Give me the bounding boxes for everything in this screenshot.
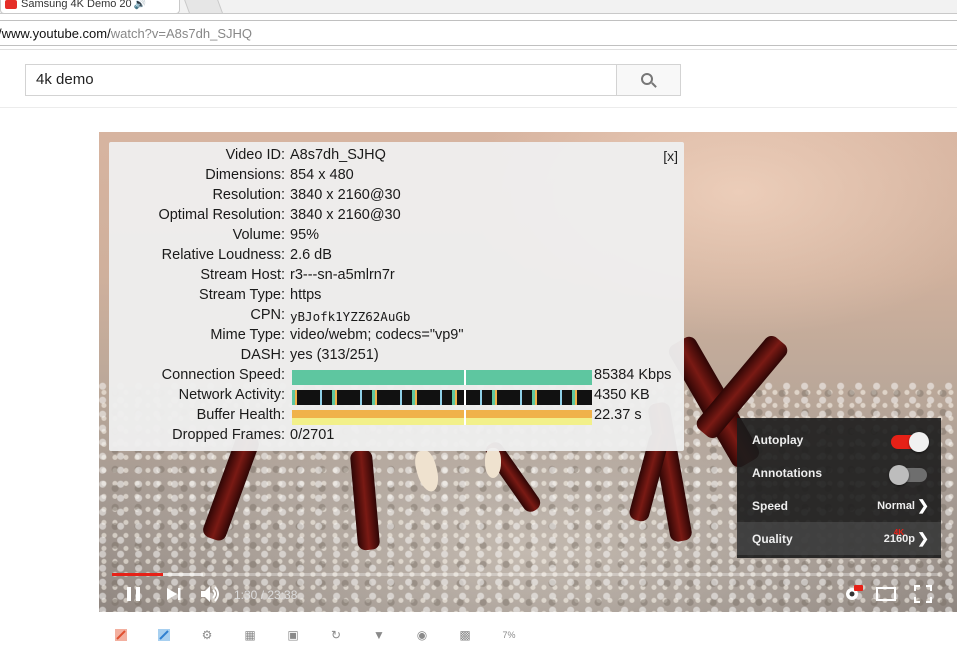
filter-icon[interactable]: ▼ [372, 628, 386, 642]
stats-row-dimensions: Dimensions: 854 x 480 [205, 167, 354, 183]
stats-row-stream-type: Stream Type: https [199, 287, 322, 303]
graph-divider [464, 410, 466, 425]
menu-item-annotations[interactable]: Annotations [737, 456, 941, 489]
stats-row-connection-speed: Connection Speed: 85384 Kbps [161, 367, 672, 385]
theater-mode-button[interactable] [876, 587, 896, 604]
url-path: watch?v=A8s7dh_SJHQ [110, 26, 252, 41]
stats-row-resolution: Resolution: 3840 x 2160@30 [212, 187, 401, 203]
screenshot-extension-icon[interactable] [114, 628, 128, 642]
network-activity-graph [292, 390, 592, 405]
volume-icon [201, 586, 219, 602]
4k-badge: 4K [893, 528, 904, 537]
zoom-level[interactable]: 7% [500, 628, 518, 642]
camera-icon[interactable]: ▩ [458, 628, 472, 642]
header-divider [0, 107, 957, 108]
stats-row-optimal-resolution: Optimal Resolution: 3840 x 2160@30 [158, 207, 401, 223]
palette-icon[interactable]: ◉ [415, 628, 429, 642]
gear-icon[interactable]: ⚙ [200, 628, 214, 642]
chevron-right-icon: ❯ [917, 530, 929, 546]
next-icon [167, 588, 181, 600]
tab-title: Samsung 4K Demo 20 [21, 0, 132, 10]
chevron-right-icon: ❯ [917, 497, 929, 513]
crab-eye [485, 448, 501, 478]
menu-item-autoplay[interactable]: Autoplay [737, 423, 941, 456]
stats-row-video-id: Video ID: A8s7dh_SJHQ [225, 147, 386, 163]
stats-row-stream-host: Stream Host: r3---sn-a5mlrn7r [200, 267, 395, 283]
toggle-knob [889, 465, 909, 485]
audio-playing-icon[interactable]: 🔊 [134, 0, 146, 10]
stats-row-dropped-frames: Dropped Frames: 0/2701 [172, 427, 335, 443]
video-progress-bar[interactable] [112, 573, 940, 576]
fullscreen-button[interactable] [914, 585, 932, 606]
film-icon[interactable]: ▦ [243, 628, 257, 642]
stats-row-mime-type: Mime Type: video/webm; codecs="vp9" [210, 327, 464, 343]
player-settings-menu: Autoplay Annotations Speed Normal ❯ Qual… [737, 418, 941, 558]
search-icon [641, 72, 653, 85]
progress-buffered [163, 573, 203, 576]
search-button[interactable] [616, 64, 681, 96]
next-button[interactable] [166, 587, 182, 604]
gear-icon [846, 585, 863, 600]
stats-row-cpn: CPN: yBJofk1YZZ62AuGb [250, 307, 411, 324]
time-display: 1:30 / 23:38 [234, 588, 298, 602]
buffer-health-graph [292, 410, 592, 425]
stats-row-buffer-health: Buffer Health: 22.37 s [196, 407, 642, 425]
menu-item-quality[interactable]: Quality 2160p 4K ❯ [737, 522, 941, 555]
search-input[interactable]: 4k demo [25, 64, 617, 96]
fullscreen-icon [914, 585, 932, 603]
graph-divider [464, 390, 466, 405]
annotations-toggle[interactable] [889, 465, 927, 485]
connection-graph-fill [292, 370, 592, 385]
volume-button[interactable] [200, 585, 222, 606]
loop-icon[interactable]: ↻ [329, 628, 343, 642]
stats-row-network-activity: Network Activity: 4350 KB [178, 387, 650, 405]
url-host: /www.youtube.com/ [0, 26, 111, 41]
pause-button[interactable] [126, 586, 142, 605]
browser-tab-strip: Samsung 4K Demo 20 🔊 [0, 0, 957, 14]
address-bar[interactable]: /www.youtube.com/watch?v=A8s7dh_SJHQ [0, 20, 957, 46]
stats-row-dash: DASH: yes (313/251) [240, 347, 379, 363]
menu-item-speed[interactable]: Speed Normal ❯ [737, 489, 941, 522]
connection-speed-graph [292, 370, 592, 385]
graph-divider [464, 370, 466, 385]
crop-extension-icon[interactable] [157, 628, 171, 642]
stats-row-volume: Volume: 95% [232, 227, 320, 243]
settings-button[interactable] [843, 585, 863, 606]
theater-mode-icon [876, 587, 896, 601]
pause-icon [127, 587, 140, 601]
new-tab-button[interactable] [182, 0, 224, 14]
progress-played [112, 573, 163, 576]
browser-tab[interactable]: Samsung 4K Demo 20 🔊 [0, 0, 180, 14]
stats-row-relative-loudness: Relative Loudness: 2.6 dB [161, 247, 332, 263]
autoplay-toggle[interactable] [891, 432, 929, 452]
picture-icon[interactable]: ▣ [286, 628, 300, 642]
toggle-knob [909, 432, 929, 452]
stats-for-nerds-panel: [x] Video ID: A8s7dh_SJHQ Dimensions: 854 … [109, 142, 684, 451]
youtube-favicon-icon [5, 0, 17, 9]
